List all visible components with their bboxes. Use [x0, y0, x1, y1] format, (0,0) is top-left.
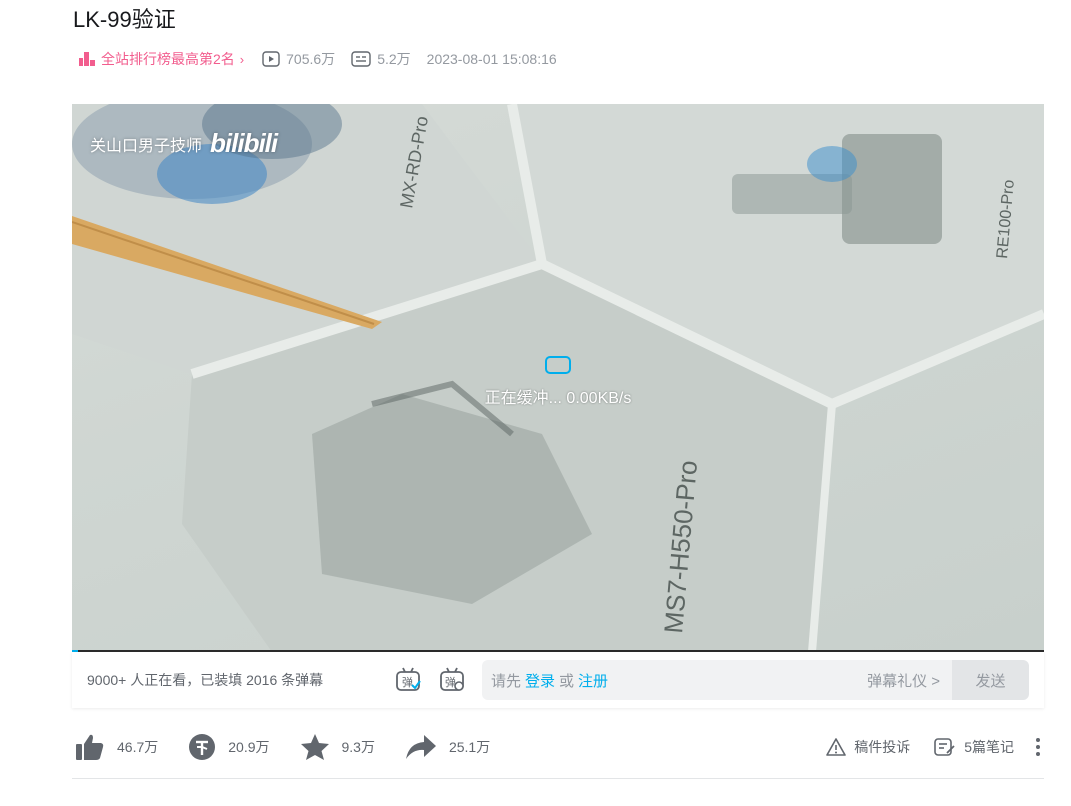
viewer-count-text: 9000+ 人正在看，已装填 2016 条弹幕: [87, 672, 324, 688]
report-label: 稿件投诉: [854, 739, 911, 755]
buffering-indicator: 正在缓冲... 0.00KB/s: [480, 356, 636, 408]
video-player[interactable]: MX-RD-Pro RE100-Pro MS7-H550-Pro 关山口男子技师…: [72, 104, 1044, 652]
more-options-icon[interactable]: [1032, 738, 1044, 756]
svg-text:弹: 弹: [402, 675, 413, 689]
watermark-author: 关山口男子技师: [90, 137, 203, 155]
danmaku-icon: [351, 51, 371, 67]
loading-icon: [545, 356, 571, 374]
input-prefix: 请先: [491, 672, 522, 690]
video-title: LK-99验证: [73, 7, 176, 32]
danmaku-sending-bar: 9000+ 人正在看，已装填 2016 条弹幕 弹 弹 请先 登录 或 注册 弹…: [72, 652, 1044, 708]
divider: [72, 778, 1044, 779]
play-icon: [262, 51, 280, 67]
danmaku-input[interactable]: 请先 登录 或 注册 弹幕礼仪 >: [482, 660, 952, 700]
rank-chart-icon: [79, 52, 95, 66]
buffer-text: 正在缓冲... 0.00KB/s: [484, 390, 632, 407]
notes-label: 5篇笔记: [964, 739, 1014, 755]
video-toolbar: 46.7万 20.9万 9.3万 25.1万 稿件投诉 5篇笔记: [72, 724, 1044, 770]
danmaku-toggle-icon[interactable]: 弹: [394, 666, 422, 694]
bilibili-logo: bilibili: [210, 128, 278, 158]
watermark: 关山口男子技师 bilibili: [90, 128, 278, 159]
like-count: 46.7万: [117, 739, 159, 755]
share-button[interactable]: 25.1万: [405, 733, 490, 761]
coin-icon: [189, 734, 216, 760]
notes-icon: [934, 738, 955, 756]
danmaku-count: 5.2万: [351, 49, 411, 69]
or-text: 或: [559, 672, 575, 690]
video-meta: 全站排行榜最高第2名 › 705.6万 5.2万 2023-08-01 15:0…: [79, 48, 573, 70]
toolbar-right: 稿件投诉 5篇笔记: [802, 724, 1044, 770]
danmaku-settings-icon[interactable]: 弹: [438, 666, 466, 694]
like-button[interactable]: 46.7万: [75, 733, 158, 761]
coin-count: 20.9万: [228, 739, 270, 755]
register-link[interactable]: 注册: [578, 670, 608, 691]
star-icon: [300, 734, 329, 760]
play-count: 705.6万: [262, 49, 335, 69]
share-count: 25.1万: [448, 739, 491, 755]
login-link[interactable]: 登录: [525, 670, 555, 691]
favorite-count: 9.3万: [341, 739, 375, 755]
play-count-value: 705.6万: [286, 51, 336, 67]
danmaku-etiquette-link[interactable]: 弹幕礼仪 >: [867, 670, 940, 691]
favorite-button[interactable]: 9.3万: [300, 733, 375, 761]
report-button[interactable]: 稿件投诉: [826, 737, 910, 757]
notes-button[interactable]: 5篇笔记: [934, 737, 1014, 757]
send-danmaku-button[interactable]: 发送: [952, 660, 1029, 700]
publish-time: 2023-08-01 15:08:16: [426, 51, 557, 67]
danmaku-count-value: 5.2万: [377, 51, 411, 67]
coin-button[interactable]: 20.9万: [188, 733, 270, 761]
chevron-right-icon: ›: [239, 51, 245, 67]
thumbs-up-icon: [76, 734, 104, 760]
warning-icon: [826, 738, 847, 756]
rank-label: 全站排行榜最高第2名: [101, 51, 235, 67]
share-arrow-icon: [405, 735, 436, 759]
rank-badge[interactable]: 全站排行榜最高第2名 ›: [79, 49, 244, 69]
